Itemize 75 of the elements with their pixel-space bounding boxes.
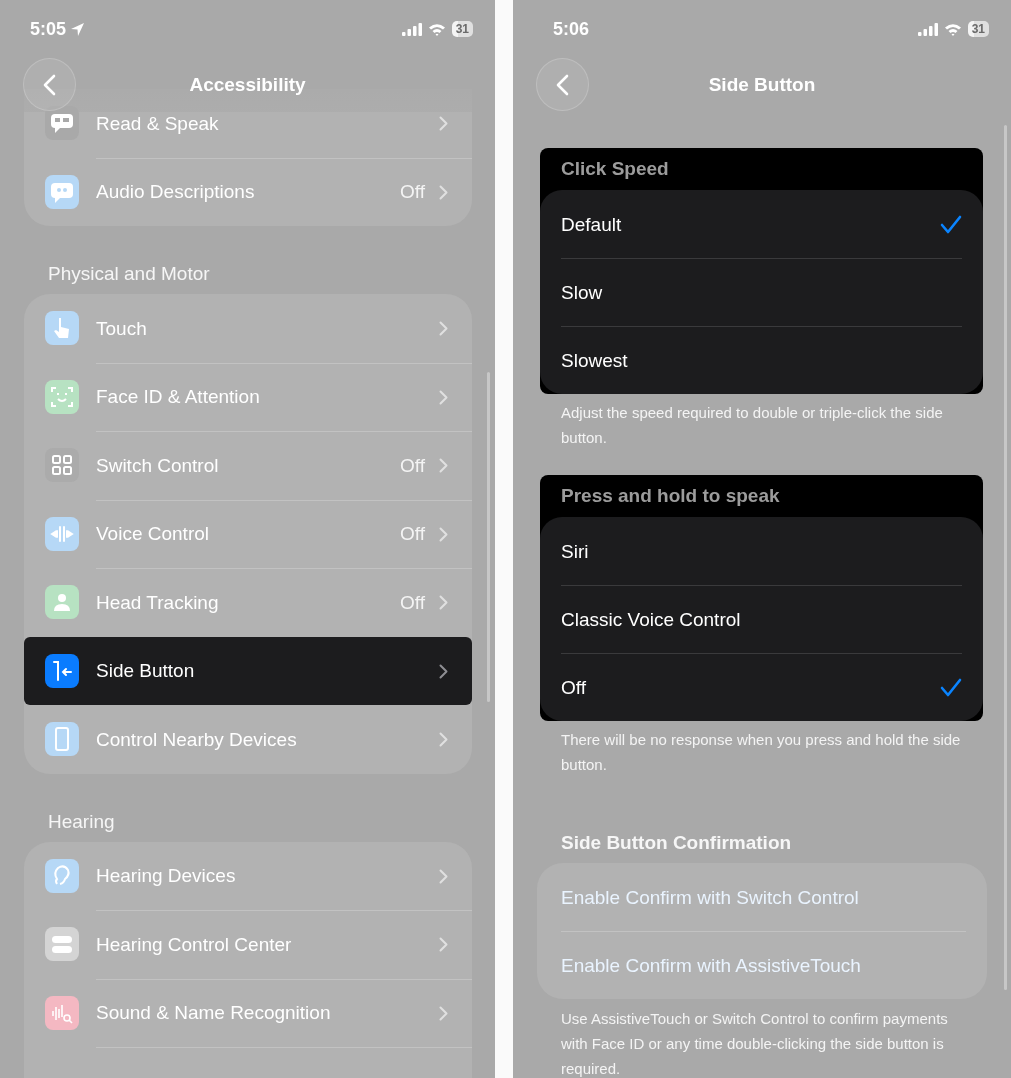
chevron-icon <box>439 868 448 884</box>
chevron-icon <box>439 321 448 337</box>
row-label: Read & Speak <box>96 112 220 135</box>
status-time: 5:05 <box>30 18 67 40</box>
chevron-icon <box>439 458 448 474</box>
settings-row[interactable]: Switch Control Off <box>24 431 472 500</box>
option-label: Default <box>561 213 623 236</box>
chevron-icon <box>439 595 448 611</box>
row-label: Audio Descriptions <box>96 181 256 204</box>
row-label: Control Nearby Devices <box>96 728 298 751</box>
group-header: Side Button Confirmation <box>560 832 793 854</box>
settings-row[interactable]: Hearing Control Center <box>24 910 472 979</box>
screen-title: Accessibility <box>189 74 306 96</box>
battery-indicator: 31 <box>451 21 473 37</box>
chevron-icon <box>439 184 448 200</box>
link[interactable]: Enable Confirm with Switch Control <box>561 886 966 909</box>
status-time: 5:06 <box>553 18 590 40</box>
row-label: Hearing Devices <box>96 865 237 888</box>
option-label: Slow <box>561 281 604 304</box>
option-label: Siri <box>561 540 590 563</box>
battery-indicator: 31 <box>967 21 989 37</box>
chevron-icon <box>439 389 448 405</box>
chevron-icon <box>439 1005 448 1021</box>
row-label: Face ID & Attention <box>96 386 261 409</box>
chevron-icon <box>439 663 448 679</box>
signal-icon <box>401 22 422 36</box>
row-label: Switch Control <box>96 454 220 477</box>
option-row[interactable]: Slow <box>540 258 983 326</box>
back-button[interactable] <box>23 58 76 111</box>
row-label: Hearing Control Center <box>96 933 293 956</box>
option-label: Classic Voice Control <box>561 608 742 631</box>
row-value: Off <box>400 523 425 546</box>
back-chevron-icon <box>556 73 569 96</box>
settings-row[interactable]: Audio Descriptions Off <box>24 157 472 226</box>
group-header: Press and hold to speak <box>560 484 781 508</box>
settings-row[interactable]: Control Nearby Devices <box>24 705 472 774</box>
option-label: Off <box>561 676 587 699</box>
option-row[interactable]: Off <box>540 653 983 721</box>
row-label: Sound & Name Recognition <box>96 1002 332 1025</box>
screen-title: Side Button <box>708 74 816 96</box>
settings-row[interactable]: Voice Control Off <box>24 499 472 568</box>
row-label: Head Tracking <box>96 591 220 614</box>
option-row[interactable]: Slowest <box>540 326 983 394</box>
signal-icon <box>917 22 938 36</box>
group-header: Click Speed <box>560 157 670 181</box>
row-label: Voice Control <box>96 523 210 546</box>
chevron-icon <box>439 937 448 953</box>
row-label: Touch <box>96 317 148 340</box>
settings-row[interactable]: Side Button <box>24 636 472 705</box>
back-chevron-icon <box>43 73 56 96</box>
wifi-icon <box>943 22 962 36</box>
row-value: Off <box>400 454 425 477</box>
settings-row[interactable]: Face ID & Attention <box>24 362 472 431</box>
wifi-icon <box>427 22 446 36</box>
option-row[interactable]: Siri <box>540 517 983 585</box>
option-row[interactable]: Default <box>540 190 983 258</box>
settings-row[interactable]: Hearing Devices <box>24 841 472 910</box>
group-footer: There will be no response when you press and hold the side button. <box>513 727 1011 777</box>
settings-row[interactable]: Sound & Name Recognition <box>24 978 472 1047</box>
group-footer: Use AssistiveTouch or Switch Control to confirm payments with Face ID or any time double-clicking the side button is required. <box>513 1006 1011 1078</box>
back-button[interactable] <box>536 58 589 111</box>
chevron-icon <box>439 732 448 748</box>
section-header: Hearing <box>47 810 116 833</box>
option-row[interactable]: Classic Voice Control <box>540 585 983 653</box>
chevron-icon <box>439 116 448 132</box>
row-label: Side Button <box>96 660 196 683</box>
settings-row[interactable]: Touch <box>24 294 472 363</box>
section-header: Physical and Motor <box>47 263 211 285</box>
chevron-icon <box>439 526 448 542</box>
group-footer: Adjust the speed required to double or triple-click the side button. <box>513 400 1011 450</box>
row-value: Off <box>400 181 425 204</box>
settings-row[interactable]: Head Tracking Off <box>24 568 472 637</box>
option-label: Slowest <box>561 349 629 372</box>
link[interactable]: Enable Confirm with AssistiveTouch <box>561 954 966 977</box>
row-value: Off <box>400 591 425 614</box>
